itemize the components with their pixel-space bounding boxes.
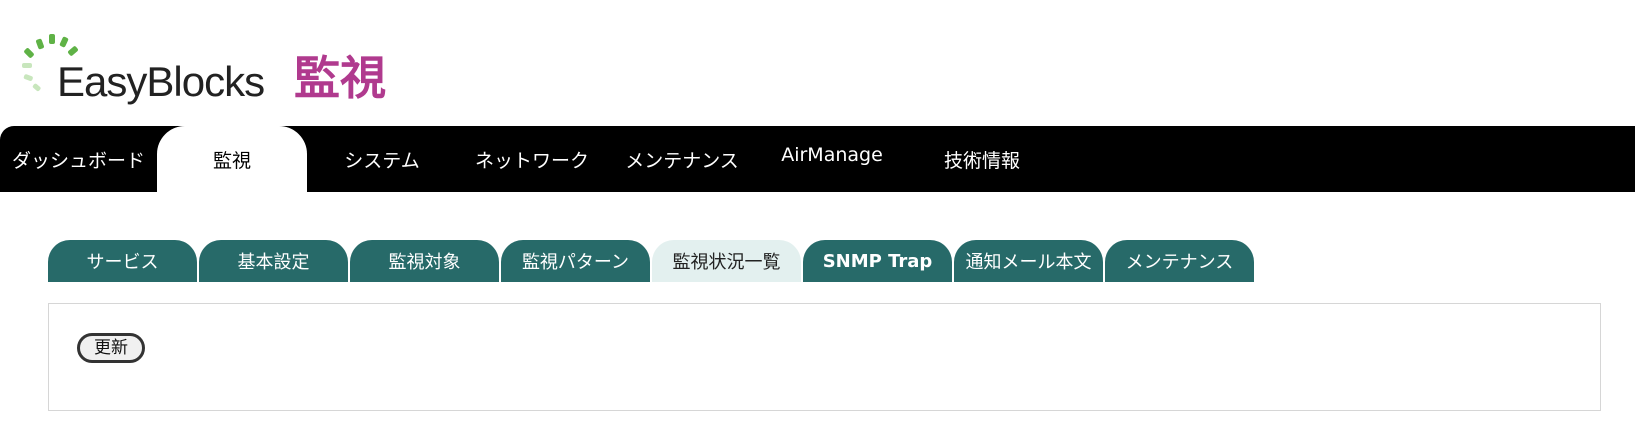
tab-label: サービス — [86, 252, 159, 273]
tab-label: 監視状況一覧 — [672, 252, 781, 273]
tab-label: SNMP Trap — [822, 250, 933, 272]
tab-monitor-patterns[interactable]: 監視パターン — [501, 240, 650, 282]
tab-notification-mail-body[interactable]: 通知メール本文 — [954, 240, 1103, 282]
tab-service[interactable]: サービス — [48, 240, 197, 282]
logo-text: EasyBlocks — [57, 58, 265, 105]
tab-label: 通知メール本文 — [965, 252, 1092, 273]
main-nav: ダッシュボード 監視 システム ネットワーク メンテナンス AirManage … — [0, 126, 1635, 192]
nav-item-airmanage[interactable]: AirManage — [757, 122, 907, 188]
nav-item-label: メンテナンス — [625, 149, 739, 172]
tab-basic-settings[interactable]: 基本設定 — [199, 240, 348, 282]
tab-label: 監視対象 — [388, 252, 461, 273]
nav-item-label: ネットワーク — [474, 149, 589, 172]
page-title: 監視 — [294, 51, 386, 105]
tab-label: 基本設定 — [237, 252, 310, 273]
tab-maintenance[interactable]: メンテナンス — [1105, 240, 1254, 282]
content-panel: 更新 — [48, 303, 1601, 411]
nav-item-dashboard[interactable]: ダッシュボード — [0, 126, 157, 192]
header: EasyBlocks 監視 — [0, 0, 1635, 126]
tab-label: 監視パターン — [521, 252, 630, 273]
tab-monitor-status-list[interactable]: 監視状況一覧 — [652, 240, 801, 282]
nav-item-network[interactable]: ネットワーク — [457, 126, 607, 192]
nav-item-system[interactable]: システム — [307, 126, 457, 192]
nav-item-maintenance[interactable]: メンテナンス — [607, 126, 757, 192]
nav-item-label: ダッシュボード — [11, 149, 145, 172]
tab-label: メンテナンス — [1125, 252, 1234, 273]
easyblocks-logo: EasyBlocks — [20, 34, 270, 106]
nav-item-label: AirManage — [781, 144, 883, 166]
tab-snmp-trap[interactable]: SNMP Trap — [803, 240, 952, 282]
nav-item-tech-info[interactable]: 技術情報 — [907, 126, 1057, 192]
tab-monitor-targets[interactable]: 監視対象 — [350, 240, 499, 282]
nav-item-label: システム — [344, 149, 420, 172]
refresh-button[interactable]: 更新 — [77, 333, 145, 363]
nav-item-monitoring[interactable]: 監視 — [157, 126, 307, 192]
nav-item-label: 監視 — [212, 149, 251, 172]
nav-item-label: 技術情報 — [943, 149, 1020, 172]
